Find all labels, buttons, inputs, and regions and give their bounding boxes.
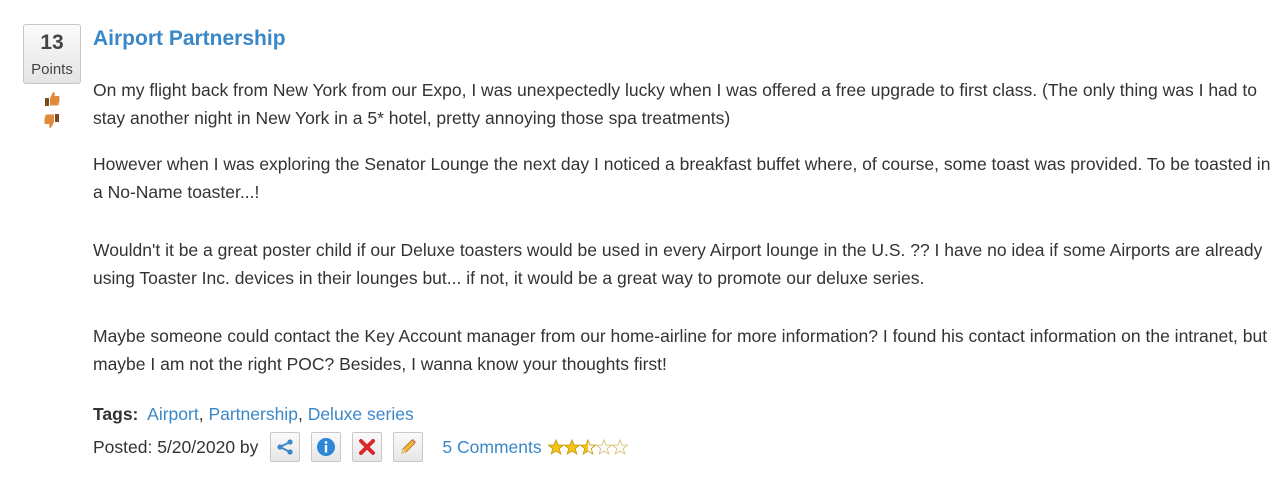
post-body: On my flight back from New York from our… bbox=[93, 76, 1273, 396]
tags-label: Tags: bbox=[93, 404, 139, 424]
edit-button[interactable] bbox=[393, 432, 424, 462]
tag-link-partnership[interactable]: Partnership bbox=[208, 404, 298, 424]
star-icon[interactable] bbox=[547, 439, 564, 455]
rating-stars[interactable] bbox=[547, 439, 628, 455]
thumbs-down-icon[interactable] bbox=[43, 112, 61, 130]
points-label: Points bbox=[31, 61, 73, 78]
post-meta-row: Posted: 5/20/2020 by 5 Comments bbox=[93, 430, 628, 464]
pencil-icon bbox=[401, 439, 417, 454]
tag-link-airport[interactable]: Airport bbox=[147, 404, 199, 424]
delete-button[interactable] bbox=[352, 432, 383, 462]
star-icon[interactable] bbox=[563, 439, 580, 455]
post-paragraph: Wouldn't it be a great poster child if o… bbox=[93, 240, 1263, 288]
star-icon[interactable] bbox=[595, 439, 612, 455]
post-paragraph: Maybe someone could contact the Key Acco… bbox=[93, 326, 1268, 374]
tag-separator: , bbox=[297, 404, 303, 424]
thumbs-up-icon[interactable] bbox=[43, 90, 61, 108]
share-button[interactable] bbox=[270, 432, 301, 462]
post-paragraph: On my flight back from New York from our… bbox=[93, 80, 1257, 128]
post-title[interactable]: Airport Partnership bbox=[93, 27, 286, 51]
post-paragraph: However when I was exploring the Senator… bbox=[93, 154, 1271, 202]
delete-icon bbox=[359, 439, 376, 455]
vote-panel: 13 Points bbox=[23, 24, 81, 130]
comments-link[interactable]: 5 Comments bbox=[442, 437, 541, 458]
posted-text: Posted: 5/20/2020 by bbox=[93, 436, 259, 457]
tags-row: Tags: Airport, Partnership, Deluxe serie… bbox=[93, 404, 414, 425]
info-icon bbox=[317, 438, 336, 456]
points-box: 13 Points bbox=[23, 24, 81, 84]
star-icon[interactable] bbox=[579, 439, 596, 455]
tag-link-deluxe-series[interactable]: Deluxe series bbox=[308, 404, 414, 424]
share-icon bbox=[277, 439, 294, 455]
star-icon[interactable] bbox=[611, 439, 628, 455]
tag-separator: , bbox=[198, 404, 204, 424]
info-button[interactable] bbox=[311, 432, 342, 462]
points-value: 13 bbox=[40, 31, 64, 54]
